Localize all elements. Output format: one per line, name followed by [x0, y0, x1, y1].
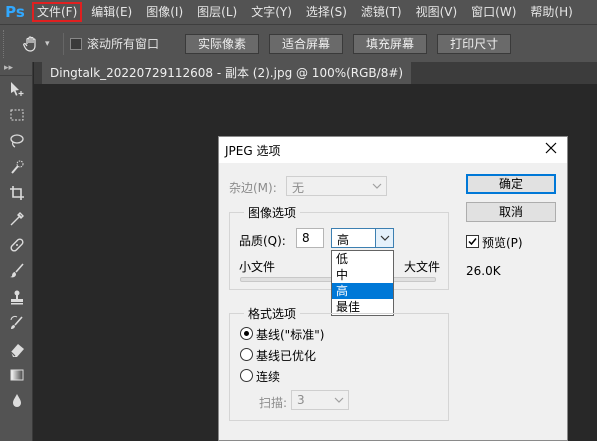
marquee-tool-icon[interactable] [0, 102, 33, 128]
quality-level-value: 高 [337, 233, 350, 247]
hand-tool-icon[interactable] [19, 32, 43, 56]
quality-option-high[interactable]: 高 [332, 283, 393, 299]
tools-panel-collapse-icon[interactable]: ▸▸ [0, 62, 32, 76]
fill-screen-button[interactable]: 填充屏幕 [353, 33, 428, 54]
matte-value: 无 [292, 181, 305, 195]
scans-select: 3 [291, 390, 349, 410]
menu-file[interactable]: 文件(F) [30, 0, 84, 24]
baseline-optimized-label: 基线已优化 [256, 349, 317, 363]
menu-edit[interactable]: 编辑(E) [84, 0, 139, 24]
lasso-tool-icon[interactable] [0, 128, 33, 154]
eraser-tool-icon[interactable] [0, 336, 33, 362]
dialog-title-bar[interactable]: JPEG 选项 [219, 137, 567, 163]
gradient-tool-icon[interactable] [0, 362, 33, 388]
menu-layer[interactable]: 图层(L) [190, 0, 244, 24]
quality-option-medium[interactable]: 中 [332, 267, 393, 283]
chevron-down-icon[interactable] [375, 229, 393, 247]
clone-stamp-tool-icon[interactable] [0, 284, 33, 310]
tools-panel: ▸▸ [0, 62, 33, 441]
format-options-title: 格式选项 [244, 305, 301, 322]
document-tab[interactable]: Dingtalk_20220729112608 - 副本 (2).jpg @ 1… [42, 62, 412, 84]
menu-view[interactable]: 视图(V) [409, 0, 465, 24]
quality-label: 品质(Q): [239, 234, 286, 248]
tool-preset-dropdown-icon[interactable]: ▾ [45, 39, 57, 49]
file-size-readout: 26.0K [466, 264, 501, 278]
menu-type[interactable]: 文字(Y) [244, 0, 299, 24]
quality-value-input[interactable]: 8 [296, 228, 324, 248]
scroll-all-label: 滚动所有窗口 [87, 37, 160, 51]
brush-tool-icon[interactable] [0, 258, 33, 284]
small-file-label: 小文件 [239, 260, 276, 274]
blur-tool-icon[interactable] [0, 388, 33, 414]
matte-label: 杂边(M): [229, 181, 277, 195]
preview-label: 预览(P) [482, 236, 523, 250]
separator [63, 32, 64, 55]
menu-window[interactable]: 窗口(W) [464, 0, 523, 24]
scans-value: 3 [297, 393, 305, 407]
scans-label: 扫描: [259, 396, 288, 410]
photoshop-logo: Ps [0, 0, 30, 24]
options-bar-grip[interactable] [3, 29, 9, 58]
progressive-radio[interactable] [240, 369, 253, 382]
large-file-label: 大文件 [404, 260, 441, 274]
scroll-all-checkbox[interactable] [70, 37, 82, 50]
menu-filter[interactable]: 滤镜(T) [354, 0, 409, 24]
healing-brush-tool-icon[interactable] [0, 232, 33, 258]
scroll-all-windows-option[interactable]: 滚动所有窗口 [70, 35, 159, 52]
document-tab-strip: Dingtalk_20220729112608 - 副本 (2).jpg @ 1… [34, 62, 597, 84]
menu-select[interactable]: 选择(S) [299, 0, 354, 24]
chevron-down-icon [368, 177, 386, 195]
quality-level-dropdown-list: 低 中 高 最佳 [331, 250, 394, 316]
fit-screen-button[interactable]: 适合屏幕 [269, 33, 344, 54]
ok-button[interactable]: 确定 [466, 174, 556, 194]
eyedropper-tool-icon[interactable] [0, 206, 33, 232]
baseline-optimized-radio[interactable] [240, 348, 253, 361]
preview-checkbox[interactable] [466, 235, 479, 248]
quality-level-select[interactable]: 高 [331, 228, 394, 248]
quality-value: 8 [302, 231, 310, 245]
history-brush-tool-icon[interactable] [0, 310, 33, 336]
quality-option-low[interactable]: 低 [332, 251, 393, 267]
jpeg-options-dialog: JPEG 选项 杂边(M): 无 图像选项 品质(Q): 8 高 小文件 大文件… [218, 136, 568, 441]
crop-tool-icon[interactable] [0, 180, 33, 206]
menu-help[interactable]: 帮助(H) [523, 0, 579, 24]
cancel-button[interactable]: 取消 [466, 202, 556, 222]
quick-selection-tool-icon[interactable] [0, 154, 33, 180]
move-tool-icon[interactable] [0, 76, 33, 102]
options-bar: ▾ 滚动所有窗口 实际像素 适合屏幕 填充屏幕 打印尺寸 [0, 24, 597, 62]
progressive-label: 连续 [256, 370, 281, 384]
actual-pixels-button[interactable]: 实际像素 [185, 33, 260, 54]
menu-bar: Ps 文件(F) 编辑(E) 图像(I) 图层(L) 文字(Y) 选择(S) 滤… [0, 0, 597, 24]
close-icon[interactable] [543, 140, 559, 156]
dialog-title: JPEG 选项 [225, 144, 281, 158]
matte-select: 无 [286, 176, 387, 196]
image-options-title: 图像选项 [244, 204, 301, 221]
chevron-down-icon [330, 391, 348, 409]
baseline-standard-radio[interactable] [240, 327, 253, 340]
menu-image[interactable]: 图像(I) [139, 0, 190, 24]
baseline-standard-label: 基线("标准") [256, 328, 325, 342]
print-size-button[interactable]: 打印尺寸 [437, 33, 512, 54]
